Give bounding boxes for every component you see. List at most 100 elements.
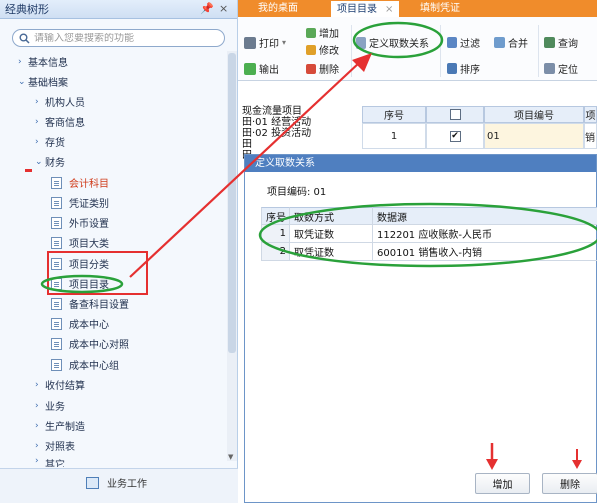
nav-scrollbar[interactable]: ▼ [227, 51, 237, 461]
tree-item-project-directory[interactable]: 项目目录 [51, 274, 109, 293]
document-icon [51, 317, 62, 330]
table-cell: 01 [484, 123, 584, 149]
toolbar: 打印 ▾ 输出 增加 修改 删除 定义取数关系 过滤 排序 合并 查询 定位 [238, 17, 597, 81]
merge-button[interactable]: 合并 [494, 35, 528, 50]
method-cell[interactable]: 取凭证数 [290, 225, 373, 243]
delete-button[interactable]: 删除 [306, 61, 339, 76]
tree-item-org[interactable]: › 机构人员 [35, 92, 85, 111]
chevron-right-icon: › [35, 400, 39, 411]
tree-item-inventory[interactable]: › 存货 [35, 132, 65, 151]
tree-item-settlement[interactable]: › 收付结算 [35, 375, 85, 394]
define-relation-dialog: 定义取数关系 项目编码: 01 序号 取数方式 数据源 1 取凭证数 11220… [244, 154, 597, 503]
row-index: 1 [261, 225, 290, 243]
tree-item-cost-center[interactable]: 成本中心 [51, 314, 109, 333]
tree-item-other[interactable]: › 其它 [35, 456, 65, 467]
tree-item-currency[interactable]: 外币设置 [51, 213, 109, 232]
edit-button[interactable]: 修改 [306, 42, 339, 57]
merge-icon [494, 37, 505, 48]
query-icon [544, 37, 555, 48]
table-cell: 销 [584, 123, 597, 149]
tab-project-directory[interactable]: 项目目录 × [330, 0, 401, 17]
pin-icon[interactable]: 📌 [200, 2, 214, 15]
tree-item-manufacturing[interactable]: › 生产制造 [35, 416, 85, 435]
close-icon[interactable]: × [219, 2, 228, 15]
tree-item-memo-account[interactable]: 备查科目设置 [51, 294, 129, 313]
checkbox[interactable] [449, 109, 461, 120]
method-cell[interactable]: 取凭证数 [290, 243, 373, 261]
search-input[interactable] [34, 32, 214, 44]
project-tree: 现金流量项目 田·01 经营活动 田·02 投资活动 田 田 [238, 106, 360, 161]
table-row[interactable]: 1 取凭证数 112201 应收账款-人民币 [261, 225, 597, 243]
tree-root[interactable]: 现金流量项目 [242, 106, 360, 117]
business-work-button[interactable]: 业务工作 [86, 475, 147, 490]
print-button[interactable]: 打印 ▾ [244, 35, 286, 50]
table-row[interactable]: 2 取凭证数 600101 销售收入-内销 [261, 243, 597, 261]
column-header[interactable]: 项目编号 [484, 106, 584, 123]
nav-title-bar: 经典树形 📌 × [0, 0, 237, 19]
tree-item-cost-center-group[interactable]: 成本中心组 [51, 355, 119, 374]
column-header[interactable]: 项 [584, 106, 597, 123]
chevron-right-icon: › [35, 440, 39, 451]
select-all-header[interactable] [426, 106, 484, 123]
sort-icon [447, 63, 457, 74]
source-cell[interactable]: 600101 销售收入-内销 [373, 243, 597, 261]
tree-item-project-class[interactable]: 项目分类 [51, 254, 109, 273]
tree-item-basic-archive[interactable]: ⌄ 基础档案 [18, 72, 68, 91]
tree-item-cost-center-map[interactable]: 成本中心对照 [51, 334, 129, 353]
column-header[interactable]: 序号 [362, 106, 426, 123]
chevron-down-icon: ▾ [282, 38, 287, 47]
scrollbar-thumb[interactable] [228, 53, 236, 353]
business-work-icon [86, 476, 99, 489]
table-cell[interactable]: ✔ [426, 123, 484, 149]
dialog-add-button[interactable]: 增加 [475, 473, 530, 494]
sort-button[interactable]: 排序 [447, 61, 480, 76]
chevron-right-icon: › [18, 56, 22, 67]
output-button[interactable]: 输出 [244, 61, 279, 76]
scroll-down-icon[interactable]: ▼ [228, 453, 233, 461]
document-icon [51, 216, 62, 229]
document-icon [51, 337, 62, 350]
filter-icon [447, 37, 457, 48]
column-header[interactable]: 序号 [261, 207, 290, 225]
add-button[interactable]: 增加 [306, 25, 339, 40]
tree-item-business[interactable]: › 业务 [35, 396, 65, 415]
tab-fill-voucher[interactable]: 填制凭证 [420, 0, 460, 17]
document-icon [51, 358, 62, 371]
search-box[interactable] [12, 29, 225, 47]
export-icon [244, 62, 256, 75]
tree-node[interactable]: 田·02 投资活动 [242, 128, 360, 139]
chevron-right-icon: › [35, 116, 39, 127]
source-cell[interactable]: 112201 应收账款-人民币 [373, 225, 597, 243]
tab-bar: 我的桌面 项目目录 × 填制凭证 [238, 0, 597, 17]
document-icon [51, 236, 62, 249]
tree-item-basic-info[interactable]: › 基本信息 [18, 52, 68, 71]
tree-item-voucher-type[interactable]: 凭证类别 [51, 193, 109, 212]
toolbar-divider [351, 25, 352, 77]
tree-node[interactable]: 田 [242, 139, 360, 150]
column-header[interactable]: 数据源 [373, 207, 597, 225]
row-index: 2 [261, 243, 290, 261]
tree-item-project-category[interactable]: 项目大类 [51, 233, 109, 252]
define-relation-button[interactable]: 定义取数关系 [356, 35, 429, 50]
project-code-label: 项目编码: 01 [267, 187, 327, 198]
tree-item-account-subject[interactable]: 会计科目 [51, 173, 109, 192]
checkbox[interactable]: ✔ [449, 130, 461, 142]
query-button[interactable]: 查询 [544, 35, 578, 50]
locate-button[interactable]: 定位 [544, 61, 578, 76]
toolbar-divider [538, 25, 539, 77]
dialog-title: 定义取数关系 [245, 155, 596, 172]
column-header[interactable]: 取数方式 [290, 207, 373, 225]
filter-button[interactable]: 过滤 [447, 35, 480, 50]
tree-item-finance[interactable]: ⌄ 财务 [35, 152, 65, 171]
chevron-down-icon: ⌄ [35, 156, 43, 167]
navigation-panel: 经典树形 📌 × ›基本信息 ⌄基础档案 ›机构人员 ›客商信息 ›存货 ⌄财务… [0, 0, 238, 503]
tab-close-icon[interactable]: × [385, 4, 393, 15]
dialog-delete-button[interactable]: 删除 [542, 473, 597, 494]
tree-node[interactable]: 田·01 经营活动 [242, 117, 360, 128]
tab-my-desktop[interactable]: 我的桌面 [258, 0, 298, 17]
document-icon [51, 277, 62, 290]
nav-bottom-bar: 业务工作 [0, 468, 238, 503]
tree-item-mapping-table[interactable]: › 对照表 [35, 436, 75, 455]
tree-item-customer[interactable]: › 客商信息 [35, 112, 85, 131]
printer-icon [244, 36, 256, 49]
